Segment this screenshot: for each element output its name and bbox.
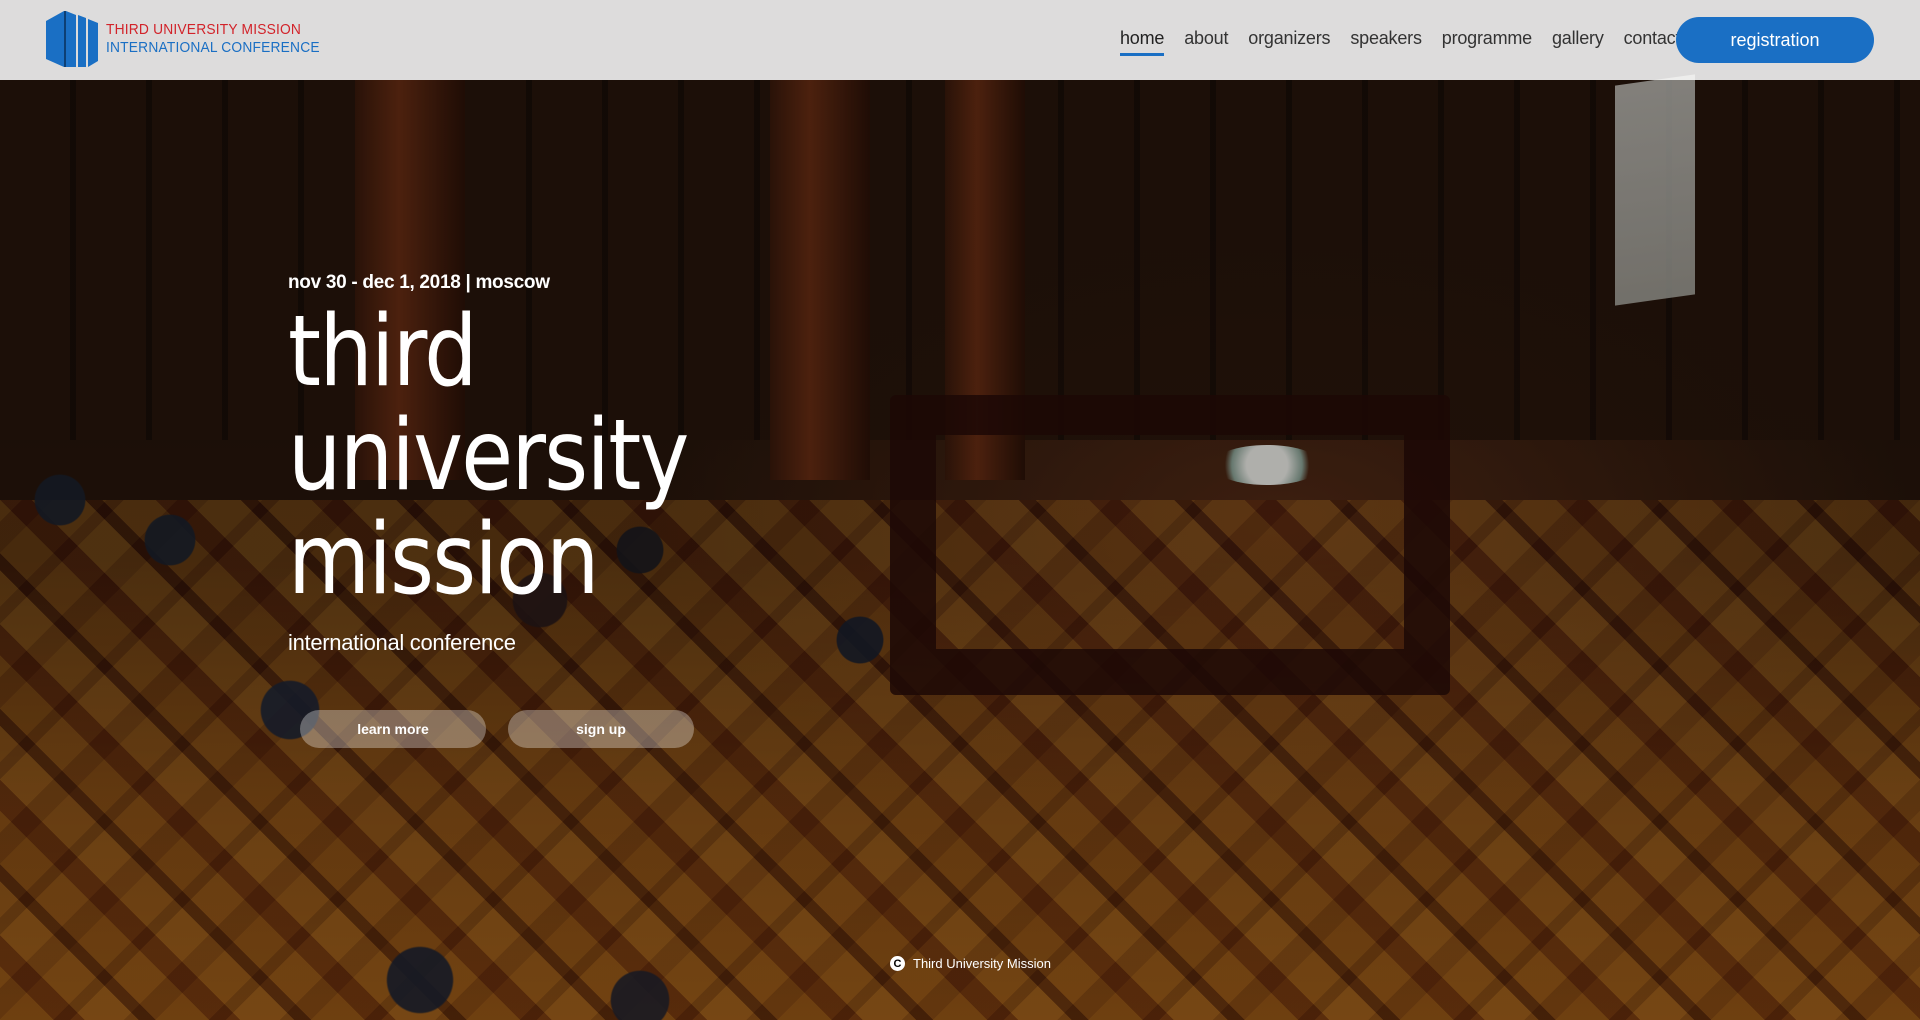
nav-item-speakers[interactable]: speakers <box>1350 28 1422 56</box>
hero-title-line: mission <box>288 503 599 617</box>
copyright-icon: C <box>890 956 905 971</box>
logo-text: Third University Mission International C… <box>106 21 320 57</box>
hero-subtitle: international conference <box>288 630 516 655</box>
sign-up-button[interactable]: sign up <box>508 710 694 748</box>
book-columns-logo-icon <box>46 11 98 67</box>
credit-text: Third University Mission <box>913 956 1051 971</box>
nav-item-home[interactable]: home <box>1120 28 1164 56</box>
copyright-credit: C Third University Mission <box>890 956 1051 971</box>
hero-title: third university mission <box>288 295 689 617</box>
registration-button[interactable]: registration <box>1676 17 1874 63</box>
event-date-location: nov 30 - dec 1, 2018 | moscow <box>288 272 550 293</box>
site-logo[interactable]: Third University Mission International C… <box>46 9 338 69</box>
nav-item-about[interactable]: about <box>1184 28 1228 56</box>
hero-title-line: third <box>288 295 478 409</box>
learn-more-button[interactable]: learn more <box>300 710 486 748</box>
nav-item-contact[interactable]: contact <box>1624 28 1681 56</box>
hero-title-line: university <box>288 399 689 513</box>
hero-buttons: learn more sign up <box>300 710 694 748</box>
page: Third University Mission International C… <box>0 0 1920 1020</box>
nav-item-programme[interactable]: programme <box>1442 28 1532 56</box>
logo-line-2: International Conference <box>106 39 320 56</box>
nav-item-organizers[interactable]: organizers <box>1248 28 1330 56</box>
site-header: Third University Mission International C… <box>0 0 1920 80</box>
hero-content: nov 30 - dec 1, 2018 | moscow third univ… <box>288 272 753 656</box>
main-nav: home about organizers speakers programme… <box>1120 28 1700 56</box>
nav-item-gallery[interactable]: gallery <box>1552 28 1604 56</box>
logo-line-1: Third University Mission <box>106 21 302 38</box>
